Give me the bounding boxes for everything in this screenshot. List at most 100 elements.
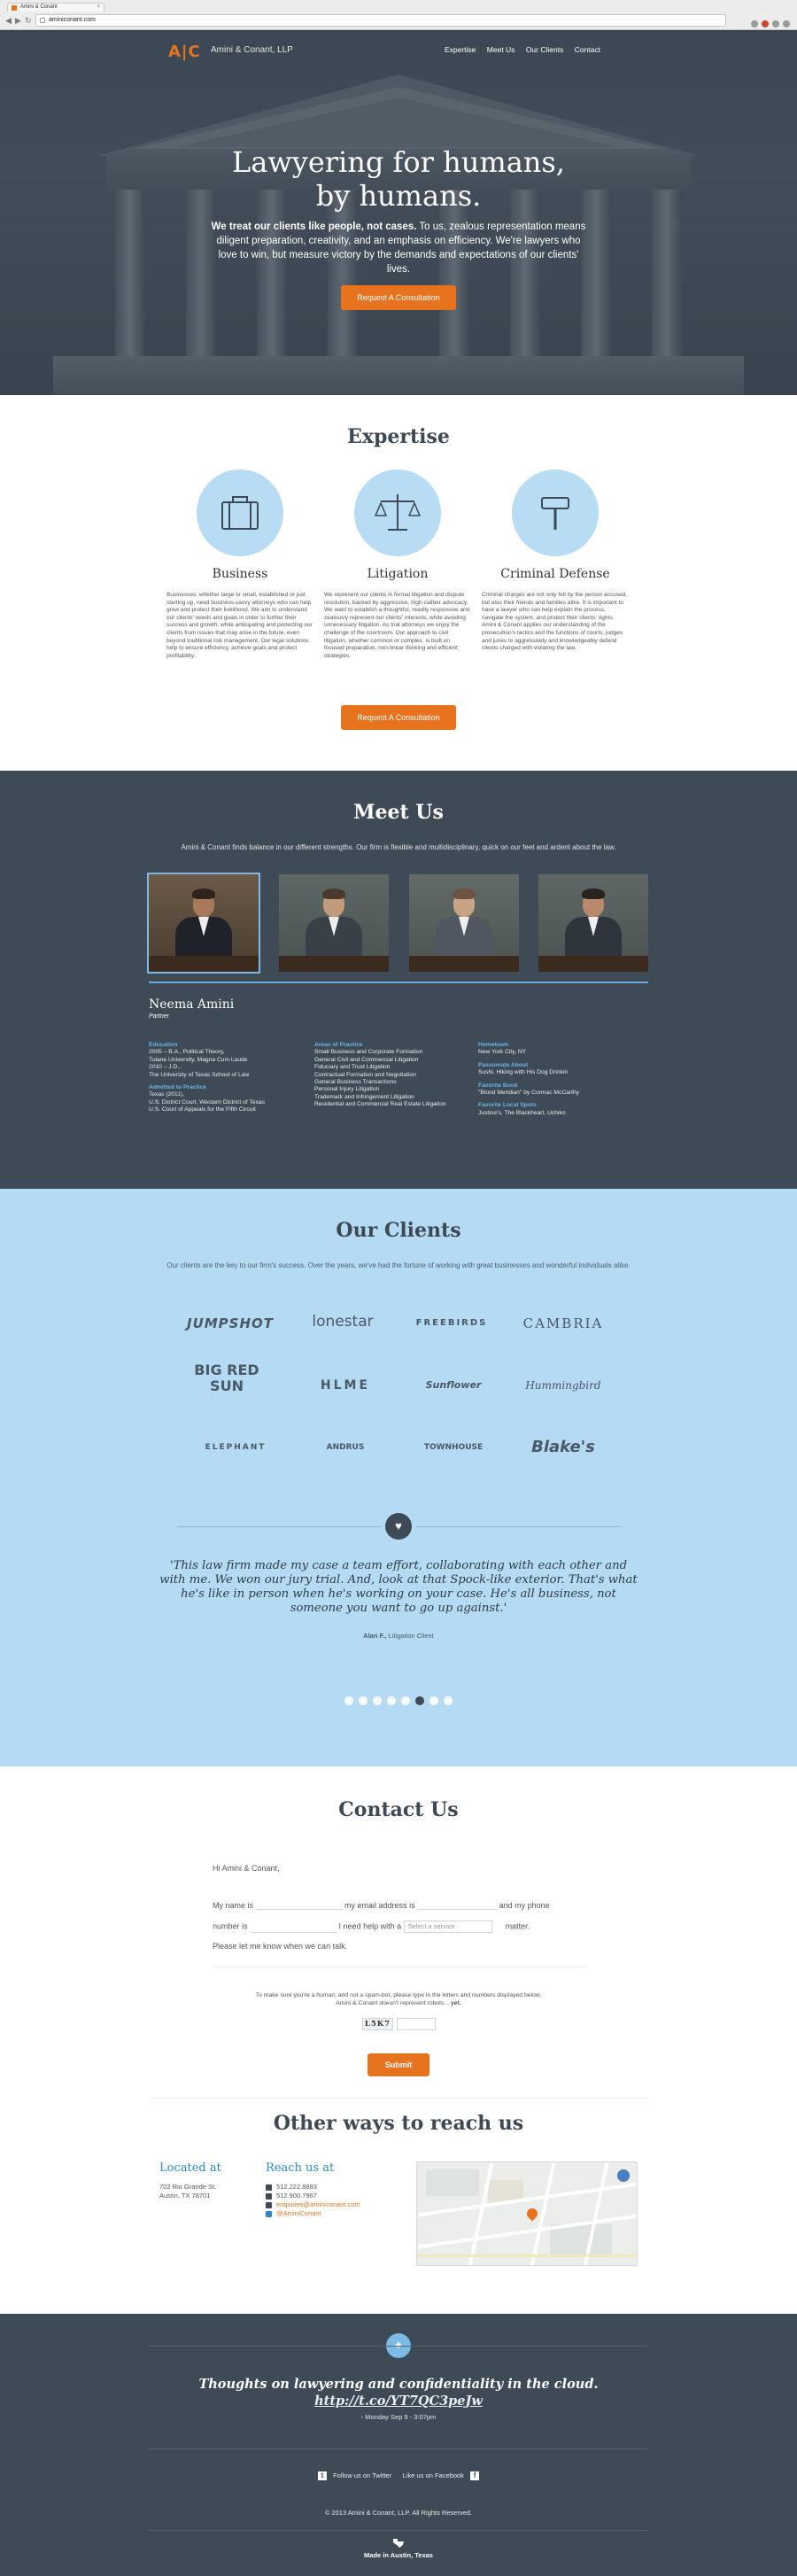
footer-divider <box>149 2448 648 2449</box>
photo-table <box>279 956 389 972</box>
bio-heading: Favorite Book <box>478 1082 518 1089</box>
carousel-dot[interactable] <box>387 1696 396 1705</box>
person-role: Partner <box>149 1013 169 1020</box>
email-input[interactable] <box>417 1899 498 1910</box>
client-logo-blakes: Blake's <box>531 1438 595 1456</box>
like-facebook-link[interactable]: Like us on Facebook <box>403 2471 464 2479</box>
social-links: t Follow us on Twitter Like us on Facebo… <box>0 2471 797 2481</box>
nav-contact[interactable]: Contact <box>575 45 600 54</box>
photo-table <box>409 956 519 972</box>
team-photo-1[interactable] <box>147 873 260 974</box>
form-line-name: My name is my email address is and my ph… <box>213 1899 550 1910</box>
tweet-text: Thoughts on lawyering and confidentialit… <box>198 2377 599 2392</box>
carousel-dot[interactable] <box>401 1696 410 1705</box>
twitter-icon <box>266 2210 272 2217</box>
firm-logo[interactable]: A|C <box>168 43 200 62</box>
form-line-phone: number is I need help with a Select a se… <box>213 1920 530 1933</box>
address-bar[interactable]: aminiconant.com <box>35 14 726 27</box>
forward-icon[interactable]: ▶ <box>15 16 21 25</box>
request-consultation-button[interactable]: Request A Consultation <box>341 285 456 310</box>
team-photo-4[interactable] <box>538 874 648 972</box>
service-select[interactable]: Select a service <box>403 1920 492 1933</box>
captcha-note-line1: To make sure you're a human, and not a s… <box>255 1992 542 1998</box>
browser-tab[interactable]: Amini & Conant × <box>7 3 104 12</box>
expertise-litigation-title: Litigation <box>367 567 429 581</box>
person-name: Neema Amini <box>149 997 235 1012</box>
twitter-row[interactable]: @AminiConant <box>266 2209 360 2218</box>
footer-divider <box>149 2346 648 2347</box>
bio-heading: Favorite Local Spots <box>478 1102 537 1109</box>
email-link[interactable]: enquiries@aminiconant.com <box>276 2200 360 2208</box>
menu-icon[interactable] <box>783 20 790 27</box>
phone-icon <box>266 2184 272 2191</box>
bio-column-personal: Hometown New York City, NY Passionate Abou… <box>478 1042 638 1117</box>
contact-methods: 512.222.8883 512.900.7967 enquiries@amin… <box>266 2183 360 2218</box>
photo-hair <box>192 888 215 899</box>
bio-column-education: Education 2005 – B.A., Political Theory, T… <box>149 1042 308 1114</box>
page-icon <box>40 18 45 23</box>
bio-text: Small Business and Corporate Formation <box>314 1049 423 1056</box>
carousel-dots <box>0 1694 797 1710</box>
back-icon[interactable]: ◀ <box>5 16 12 25</box>
name-input[interactable] <box>255 1899 343 1910</box>
bio-text: U.S. District Court, Western District of… <box>149 1098 265 1106</box>
twitter-link[interactable]: @AminiConant <box>276 2209 321 2217</box>
hero-title-line1: Lawyering for humans, <box>232 145 565 179</box>
hero-section: A|C Amini & Conant, LLP Expertise Meet U… <box>0 30 797 395</box>
captcha-input[interactable] <box>397 2018 436 2030</box>
request-consultation-button-2[interactable]: Request A Consultation <box>341 705 456 730</box>
captcha-note-line2: Amini & Conant doesn't represent robots.… <box>336 2000 450 2006</box>
twitter-icon[interactable]: t <box>317 2471 327 2481</box>
location-map[interactable] <box>416 2161 638 2266</box>
expertise-criminal-text: Criminal charges are not only felt by th… <box>482 592 628 652</box>
close-tab-icon[interactable]: × <box>97 4 100 12</box>
bio-divider <box>149 982 648 983</box>
map-block <box>426 2169 479 2196</box>
bio-text: Tulane University, Magna Cum Laude <box>149 1056 248 1063</box>
captcha-note: To make sure you're a human, and not a s… <box>213 1991 584 2007</box>
phone-number: 512.222.8883 <box>276 2183 317 2191</box>
fax-icon <box>266 2192 272 2200</box>
bio-text: General Civil and Commercial Litigation <box>314 1056 419 1063</box>
nav-our-clients[interactable]: Our Clients <box>526 45 564 54</box>
phone-row[interactable]: 512.222.8883 <box>266 2183 360 2192</box>
bio-text: General Business Transactions <box>314 1079 397 1086</box>
team-photo-2[interactable] <box>279 874 389 972</box>
expertise-litigation-text: We represent our clients in formal litig… <box>324 592 470 659</box>
facebook-icon[interactable]: f <box>470 2471 480 2481</box>
carousel-dot[interactable] <box>359 1696 368 1705</box>
team-photo-3[interactable] <box>409 874 519 972</box>
submit-button[interactable]: Submit <box>368 2053 429 2076</box>
extension-icon[interactable] <box>762 20 769 27</box>
bio-text: Fiduciary and Trust Litigation <box>314 1064 391 1071</box>
phone-input[interactable] <box>250 1922 337 1933</box>
bio-text: Contractual Formation and Negotiation <box>314 1071 416 1078</box>
nav-expertise[interactable]: Expertise <box>445 45 476 54</box>
photo-hair <box>322 888 345 899</box>
carousel-dot[interactable] <box>415 1696 424 1705</box>
favicon-icon <box>12 5 17 11</box>
browser-chrome: Amini & Conant × ◀ ▶ ↻ aminiconant.com <box>0 0 797 30</box>
follow-twitter-link[interactable]: Follow us on Twitter <box>333 2471 391 2479</box>
tweet-link[interactable]: http://t.co/YT7QC3peJw <box>0 2393 797 2409</box>
map-block <box>550 2224 612 2256</box>
bio-text: Justine's, The Blackheart, Uchiko <box>478 1109 566 1116</box>
bio-heading: Areas of Practice <box>314 1042 363 1048</box>
client-logo-cambria: CAMBRIA <box>522 1315 604 1331</box>
email-row[interactable]: enquiries@aminiconant.com <box>266 2200 360 2209</box>
extension-icon[interactable] <box>772 20 779 27</box>
client-logo-big-red-sun: BIG RED SUN <box>194 1362 259 1394</box>
reload-icon[interactable]: ↻ <box>25 16 32 25</box>
client-logo-lonestar: lonestar <box>312 1313 374 1331</box>
bio-heading: Admitted to Practice <box>149 1084 207 1091</box>
carousel-dot[interactable] <box>429 1696 438 1705</box>
carousel-dot[interactable] <box>344 1696 353 1705</box>
hero-overlay <box>0 30 797 395</box>
label-email: my email address is <box>344 1901 415 1910</box>
cite-role: Litigation Client <box>386 1632 434 1640</box>
nav-meet-us[interactable]: Meet Us <box>487 45 515 54</box>
carousel-dot[interactable] <box>444 1696 453 1705</box>
carousel-dot[interactable] <box>373 1696 382 1705</box>
bio-column-practice: Areas of Practice Small Business and Corp… <box>314 1042 474 1109</box>
extension-icon[interactable] <box>751 20 758 27</box>
